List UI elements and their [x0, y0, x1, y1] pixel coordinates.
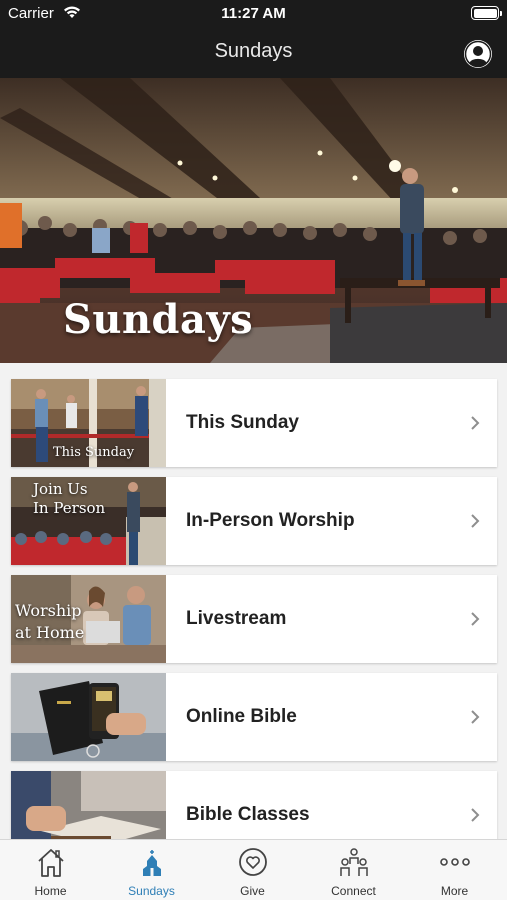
chevron-right-icon: [471, 612, 480, 626]
tab-give-label: Give: [240, 884, 265, 898]
in-person-thumbnail: Join Us In Person: [11, 477, 166, 565]
chevron-right-icon: [471, 808, 480, 822]
this-sunday-thumb-caption: This Sunday: [53, 445, 135, 460]
tab-home-label: Home: [34, 884, 67, 898]
livestream-thumb-caption-1: Worship: [15, 601, 82, 620]
tab-sundays-label: Sundays: [128, 884, 175, 898]
in-person-thumb-caption-2: In Person: [33, 499, 106, 517]
page-title: Sundays: [214, 40, 293, 62]
livestream-thumbnail: Worship at Home: [11, 575, 166, 663]
this-sunday-label: This Sunday: [186, 412, 299, 433]
bible-classes-thumbnail: [11, 771, 166, 839]
menu-item-in-person-worship[interactable]: Join Us In Person In-Person Worship: [11, 477, 497, 565]
profile-icon[interactable]: [464, 40, 492, 68]
chevron-right-icon: [471, 514, 480, 528]
battery-icon: [471, 6, 502, 20]
online-bible-thumbnail: [11, 673, 166, 761]
tab-connect[interactable]: Connect: [303, 840, 404, 900]
this-sunday-thumbnail: This Sunday: [11, 379, 166, 467]
livestream-label: Livestream: [186, 608, 287, 629]
status-bar: Carrier 11:27 AM: [0, 0, 507, 28]
menu-item-online-bible[interactable]: Online Bible: [11, 673, 497, 761]
online-bible-label: Online Bible: [186, 706, 297, 727]
in-person-worship-label: In-Person Worship: [186, 510, 355, 531]
bible-classes-label: Bible Classes: [186, 804, 310, 825]
menu-item-livestream[interactable]: Worship at Home Livestream: [11, 575, 497, 663]
tab-more-label: More: [440, 884, 469, 898]
tab-bar: Home Sundays Give Connect More: [0, 839, 507, 900]
tab-give[interactable]: Give: [202, 840, 303, 900]
chevron-right-icon: [471, 416, 480, 430]
navigation-bar: Carrier 11:27 AM Sundays: [0, 0, 507, 78]
more-icon: [440, 858, 470, 866]
status-time: 11:27 AM: [221, 5, 286, 22]
chevron-right-icon: [471, 710, 480, 724]
tab-connect-label: Connect: [331, 884, 376, 898]
menu-item-this-sunday[interactable]: This Sunday This Sunday: [11, 379, 497, 467]
livestream-thumb-caption-2: at Home: [15, 623, 85, 642]
tab-sundays[interactable]: Sundays: [101, 840, 202, 900]
hero-banner: Sundays: [0, 78, 507, 363]
tab-home[interactable]: Home: [0, 840, 101, 900]
menu-item-bible-classes[interactable]: Bible Classes: [11, 771, 497, 839]
in-person-thumb-caption-1: Join Us: [33, 480, 88, 498]
people-icon: [340, 848, 368, 876]
heart-icon: [239, 848, 267, 876]
church-icon: [143, 850, 161, 876]
hero-title: Sundays: [63, 296, 254, 343]
tab-more[interactable]: More: [404, 840, 505, 900]
sundays-menu-list[interactable]: This Sunday This Sunday Join Us In Perso…: [0, 363, 507, 839]
home-icon: [38, 849, 64, 877]
